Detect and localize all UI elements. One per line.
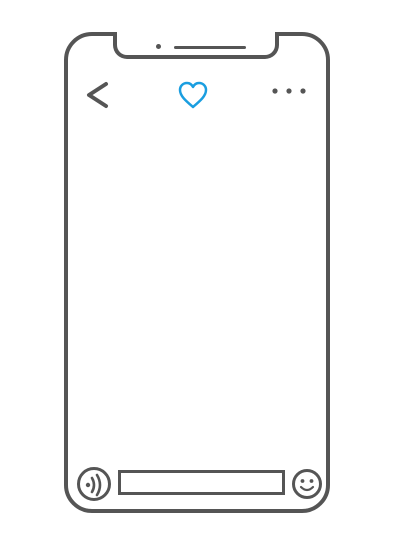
voice-message-icon [85, 473, 102, 497]
back-icon[interactable] [84, 80, 110, 110]
voice-message-button[interactable] [76, 466, 112, 502]
earpiece-speaker [174, 46, 246, 49]
smiley-face-icon [299, 479, 315, 492]
heart-icon[interactable] [177, 80, 209, 110]
emoji-button[interactable] [291, 468, 323, 500]
more-options-icon[interactable] [270, 84, 310, 98]
chat-content-area [72, 118, 322, 463]
front-camera [156, 44, 161, 49]
message-input[interactable] [118, 470, 285, 495]
